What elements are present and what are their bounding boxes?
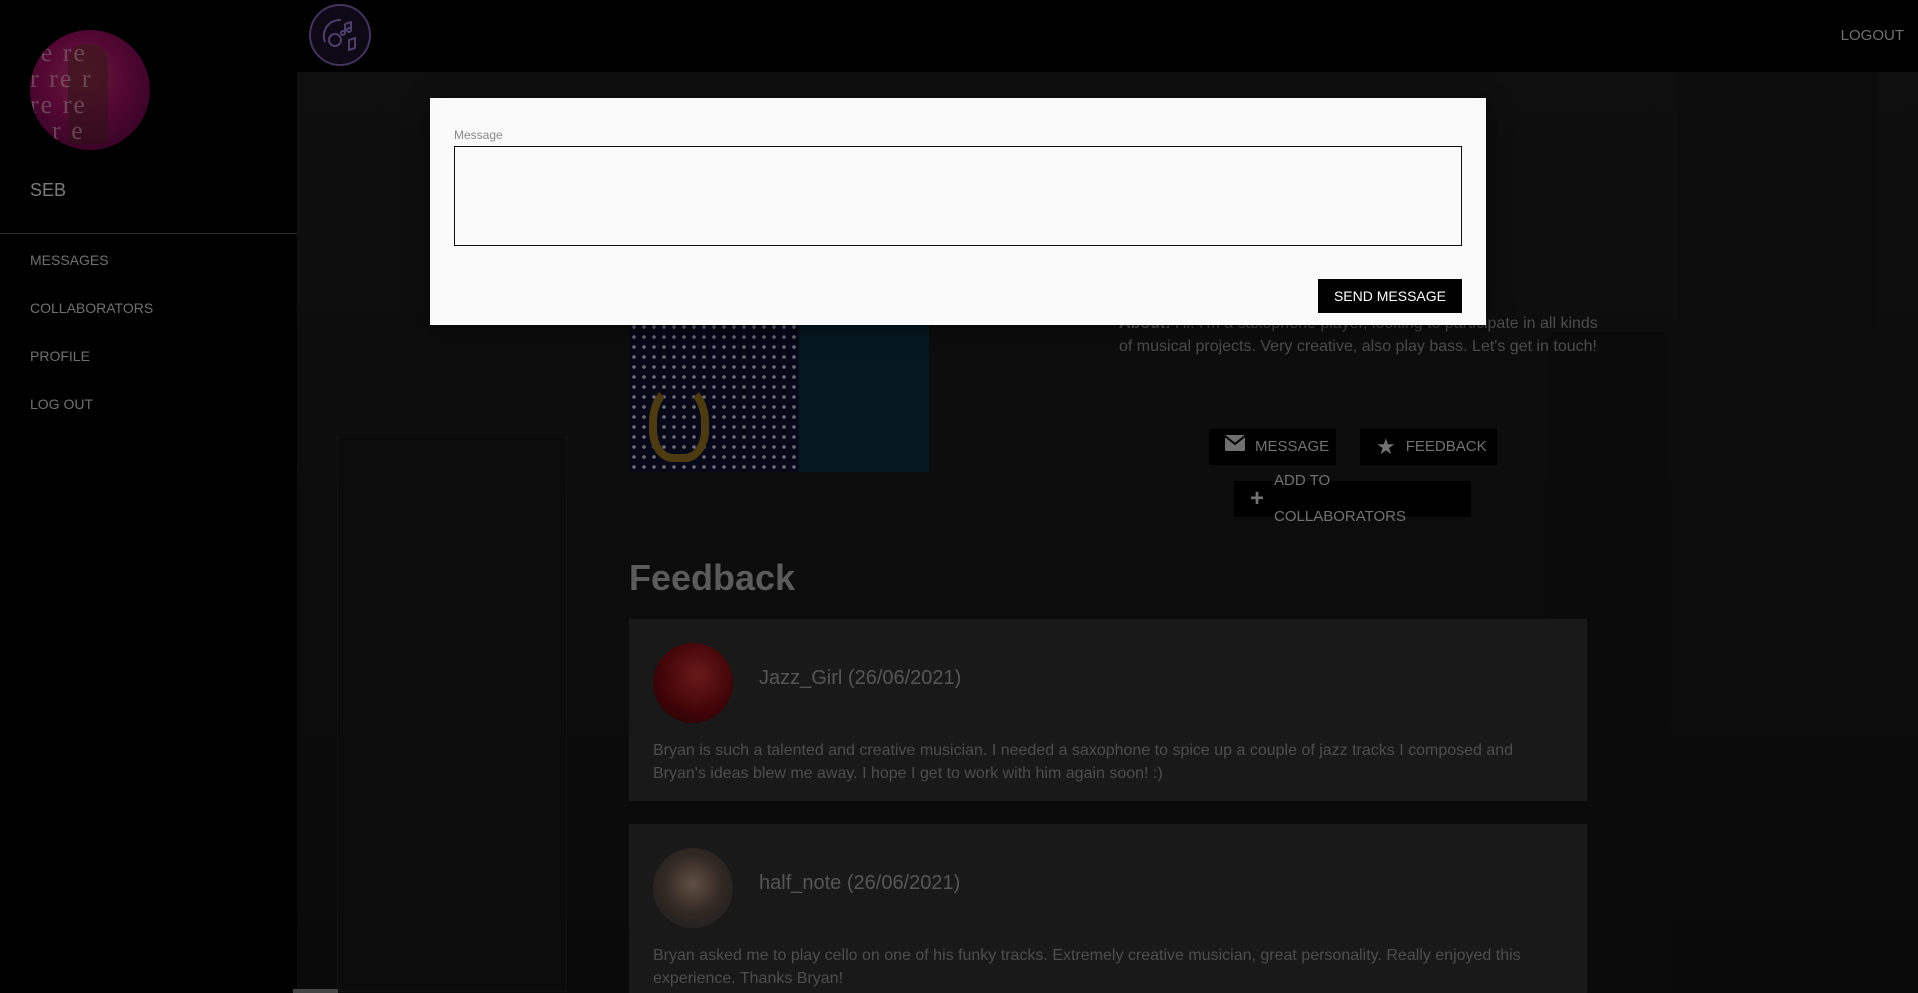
message-modal: Message SEND MESSAGE [430, 98, 1486, 325]
horizontal-scrollbar[interactable] [293, 989, 338, 993]
send-message-button[interactable]: SEND MESSAGE [1317, 279, 1462, 313]
message-textarea[interactable] [454, 146, 1462, 246]
message-field-label: Message [454, 128, 503, 142]
